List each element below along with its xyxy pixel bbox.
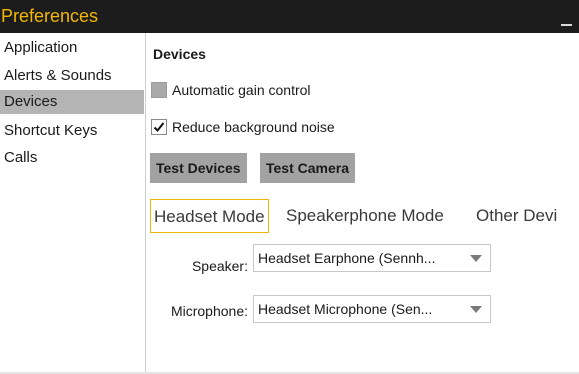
noise-checkbox[interactable]: [151, 119, 167, 135]
speaker-select[interactable]: Headset Earphone (Sennh...: [253, 244, 491, 272]
window-title: Preferences: [1, 6, 99, 26]
tab-label: Speakerphone Mode: [286, 206, 444, 225]
noise-checkbox-row[interactable]: Reduce background noise: [151, 117, 335, 137]
agc-checkbox-row[interactable]: Automatic gain control: [151, 80, 311, 100]
sidebar-item-label: Devices: [4, 93, 58, 110]
microphone-select[interactable]: Headset Microphone (Sen...: [253, 295, 491, 323]
minimize-button[interactable]: [560, 0, 574, 30]
test-camera-button[interactable]: Test Camera: [260, 153, 356, 183]
tab-speakerphone-mode[interactable]: Speakerphone Mode: [286, 199, 444, 233]
chevron-down-icon: [470, 255, 482, 262]
tab-headset-mode[interactable]: Headset Mode: [150, 199, 269, 233]
test-devices-button[interactable]: Test Devices: [150, 153, 247, 183]
microphone-value: Headset Microphone (Sen...: [258, 301, 433, 317]
speaker-value: Headset Earphone (Sennh...: [258, 250, 436, 266]
sidebar-item-label: Shortcut Keys: [4, 122, 98, 139]
checkmark-icon: [153, 122, 165, 132]
devices-panel: Devices Automatic gain control Reduce ba…: [146, 33, 579, 374]
agc-label: Automatic gain control: [172, 82, 311, 98]
microphone-label: Microphone:: [170, 303, 248, 319]
sidebar-item-label: Calls: [4, 149, 38, 166]
chevron-down-icon: [470, 306, 482, 313]
mode-tabs: Headset Mode Speakerphone Mode Other Dev…: [150, 199, 579, 233]
tab-other-devices[interactable]: Other Devi: [476, 199, 557, 233]
sidebar-item-label: Application: [4, 39, 78, 56]
minimize-icon: [561, 24, 572, 26]
sidebar-item-calls[interactable]: Calls: [0, 146, 144, 170]
noise-label: Reduce background noise: [172, 119, 335, 135]
sidebar-item-label: Alerts & Sounds: [4, 67, 112, 84]
agc-checkbox[interactable]: [151, 82, 167, 98]
sidebar-item-shortcut-keys[interactable]: Shortcut Keys: [0, 119, 144, 143]
title-bar: Preferences: [0, 0, 579, 33]
page-title: Devices: [153, 46, 206, 62]
sidebar-item-application[interactable]: Application: [0, 36, 144, 60]
sidebar-item-devices[interactable]: Devices: [0, 90, 144, 114]
tab-label: Headset Mode: [154, 207, 265, 226]
tab-label: Other Devi: [476, 206, 558, 225]
sidebar-item-alerts-sounds[interactable]: Alerts & Sounds: [0, 64, 144, 88]
sidebar: Application Alerts & Sounds Devices Shor…: [0, 33, 146, 374]
speaker-label: Speaker:: [191, 258, 248, 274]
